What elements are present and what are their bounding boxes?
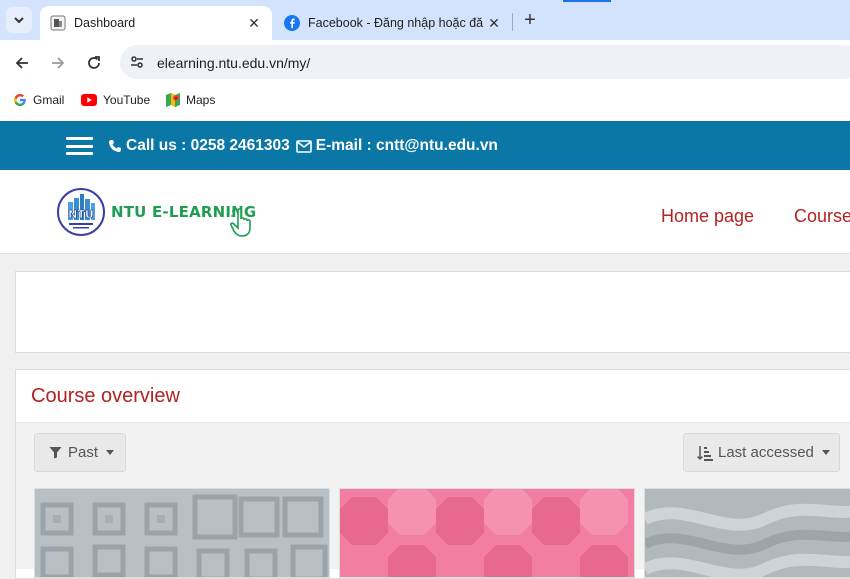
tab-accent xyxy=(563,0,611,2)
menu-toggle-button[interactable] xyxy=(66,137,93,155)
close-tab-icon[interactable]: ✕ xyxy=(484,13,504,33)
envelope-icon xyxy=(295,139,312,153)
reload-button[interactable] xyxy=(82,51,106,75)
empty-block xyxy=(15,271,850,353)
tab-search-button[interactable] xyxy=(6,7,32,33)
close-tab-icon[interactable]: ✕ xyxy=(244,13,264,33)
tab-facebook[interactable]: Facebook - Đăng nhập hoặc đă ✕ xyxy=(274,6,512,40)
course-pattern-waves xyxy=(645,489,850,577)
pointer-hand-icon xyxy=(230,206,251,237)
ntu-logo-icon: NTU xyxy=(68,194,95,229)
reload-icon xyxy=(88,56,100,69)
arrow-left-icon xyxy=(15,57,28,69)
course-card-image[interactable] xyxy=(339,488,635,578)
forward-button[interactable] xyxy=(46,51,70,75)
nav-home-link[interactable]: Home page xyxy=(661,206,754,227)
tab-dashboard[interactable]: Dashboard ✕ xyxy=(40,6,272,40)
facebook-icon xyxy=(284,15,300,31)
contact-email: E-mail : cntt@ntu.edu.vn xyxy=(315,137,498,154)
bookmark-maps[interactable]: Maps xyxy=(166,93,215,107)
bookmark-label: Gmail xyxy=(33,93,65,107)
sort-dropdown[interactable]: Last accessed xyxy=(683,433,840,472)
course-card-image[interactable] xyxy=(644,488,850,578)
timeline-filter-dropdown[interactable]: Past xyxy=(34,433,126,472)
phone-icon xyxy=(108,139,122,153)
caret-down-icon xyxy=(821,450,830,455)
contact-phone: Call us : 0258 2461303 xyxy=(126,137,290,154)
arrow-right-icon xyxy=(52,57,65,69)
filter-label: Past xyxy=(68,444,99,461)
logo-initials: NTU xyxy=(68,208,94,221)
moodle-favicon-icon xyxy=(50,15,66,31)
sort-label: Last accessed xyxy=(718,444,814,461)
tune-icon xyxy=(131,56,143,68)
back-button[interactable] xyxy=(10,51,34,75)
tab-title: Dashboard xyxy=(74,16,136,30)
sort-amount-icon xyxy=(697,445,713,461)
bookmark-youtube[interactable]: YouTube xyxy=(81,93,150,107)
course-overview-title: Course overview xyxy=(31,385,180,407)
new-tab-button[interactable]: + xyxy=(518,8,542,32)
tab-separator xyxy=(512,13,513,31)
site-info-button[interactable] xyxy=(126,51,148,73)
site-navbar: NTU NTU E-LEARNING Home page Course xyxy=(0,170,850,254)
bookmark-gmail[interactable]: Gmail xyxy=(13,93,64,107)
url-text[interactable]: elearning.ntu.edu.vn/my/ xyxy=(157,55,310,71)
site-topbar: Call us : 0258 2461303 E-mail : cntt@ntu… xyxy=(0,121,850,170)
nav-course-link[interactable]: Course xyxy=(794,206,850,227)
course-pattern-squares xyxy=(35,489,329,577)
ntu-logo[interactable]: NTU xyxy=(57,188,105,236)
bookmark-label: YouTube xyxy=(103,93,151,107)
bookmark-label: Maps xyxy=(186,93,216,107)
browser-toolbar: elearning.ntu.edu.vn/my/ xyxy=(0,40,850,86)
course-card-image[interactable] xyxy=(34,488,330,578)
course-pattern-octagons xyxy=(340,489,634,577)
caret-down-icon xyxy=(106,450,115,455)
chevron-down-icon xyxy=(14,17,24,24)
maps-icon xyxy=(166,93,180,107)
filter-icon xyxy=(49,447,62,459)
contact-info: Call us : 0258 2461303 E-mail : cntt@ntu… xyxy=(108,137,498,155)
tab-strip: Dashboard ✕ Facebook - Đăng nhập hoặc đă… xyxy=(0,0,850,40)
bookmarks-bar: Gmail YouTube Maps xyxy=(0,86,850,121)
google-icon xyxy=(14,94,26,106)
tab-title: Facebook - Đăng nhập hoặc đă xyxy=(308,16,484,30)
youtube-icon xyxy=(81,94,97,106)
